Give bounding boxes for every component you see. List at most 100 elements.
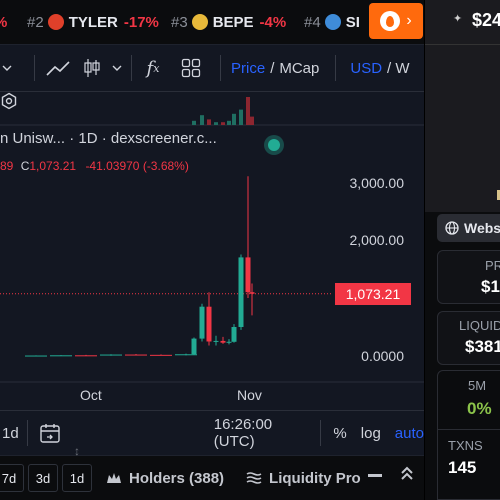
indicators-icon[interactable]: fx [132,58,174,79]
chart-title: n Unisw... · 1D · dexscreener.c... [0,130,217,147]
timeframe-7d[interactable]: 7d [0,464,24,492]
mcap-toggle[interactable]: MCap [279,60,319,77]
ticker-item[interactable]: #2 TYLER -17% [27,0,159,44]
volume-bar [250,116,254,125]
candle-body [50,355,72,357]
volume-bar [207,119,211,125]
chart-clock: 16:26:00 (UTC) [213,416,273,450]
ticker-name: BEPE [212,13,254,31]
log-scale-toggle[interactable]: log [361,425,381,442]
range-1d-button[interactable]: 1d [2,425,27,442]
tab-holders-label: Holders (388) [129,469,225,487]
candle-body [231,327,237,342]
tab-holders[interactable]: Holders (388) [106,470,224,487]
website-label: Webs [464,220,500,236]
settings-icon[interactable] [0,92,18,110]
resize-handle-icon[interactable]: ↕ [74,444,80,458]
toolbar-divider [320,420,322,446]
calendar-goto-icon[interactable] [28,422,72,444]
line-chart-icon[interactable] [35,58,81,78]
candle-body [25,355,47,357]
ohlc-partial: 89 [0,159,14,173]
liquidity-value: $381 [465,337,500,356]
currency-alt-toggle[interactable]: / W [387,60,410,77]
tab-liquidity-label: Liquidity Pro [269,469,361,487]
hot-pairs-button[interactable]: › [369,3,423,39]
candle-body [206,306,212,342]
x-axis-tick: Nov [237,387,262,403]
double-chevron-up-icon[interactable] [400,465,414,481]
usd-toggle[interactable]: USD [350,60,382,77]
price-usd-card: PR $1, [437,250,500,304]
candle-body [75,355,97,357]
toggle-separator: / [270,59,275,77]
ticker-item[interactable]: #3 BEPE -4% [171,0,286,44]
toolbar-divider [335,55,337,81]
token-info-panel: ✦ $24 Webs PR $1, LIQUID $381 5M 0% TXNS… [425,0,500,500]
ticker-rank: #3 [171,13,188,31]
txns-label: TXNS [448,438,483,453]
volume-bar [214,122,218,125]
chevron-down-icon[interactable] [103,63,131,73]
candle-body [150,354,172,356]
x-axis-tick: Oct [80,387,102,403]
chart-toolbar: fx Price / MCap USD / W [0,44,424,92]
liquidity-label: LIQUID [459,318,500,333]
minimize-icon[interactable] [368,474,382,477]
price-toggle[interactable]: Price [231,60,265,77]
ticker-price: $24 [472,10,500,30]
volume-bar [200,115,204,125]
candle-body [191,338,197,355]
token-banner: ✦ $24 [425,0,500,212]
layout-grid-icon[interactable] [174,58,208,78]
candle-body [100,354,122,356]
candlestick-icon[interactable] [81,57,103,79]
y-axis-tick: 0.0000 [361,348,404,364]
price-chart[interactable]: n Unisw... · 1D · dexscreener.c... 89 C1… [0,92,424,410]
change-5m-label[interactable]: 5M [468,378,486,393]
percent-scale-toggle[interactable]: % [333,425,346,442]
sparkle-icon: ✦ [453,13,463,25]
auto-scale-toggle[interactable]: auto [395,425,424,442]
flame-icon [380,11,401,31]
timeframe-3d[interactable]: 3d [28,464,58,492]
txns-row: TXNS 145 [437,430,500,500]
ticker-change: -17% [123,13,159,31]
volume-bar [246,97,250,125]
timeframe-1d[interactable]: 1d [62,464,92,492]
chevron-down-icon[interactable] [0,63,14,73]
candle-body [226,341,232,343]
holders-icon [107,473,121,483]
website-button[interactable]: Webs [437,214,500,242]
volume-pane [0,92,424,125]
candle-body [238,257,244,327]
chevron-right-icon: › [406,12,412,29]
y-axis-tick: 2,000.00 [349,232,405,248]
ticker-name: TYLER [68,13,118,31]
currency-toggle[interactable]: USD / W [350,60,409,77]
change-5m-value: 0% [467,399,492,418]
price-usd-label: PR [485,258,500,273]
volume-bar [221,122,225,125]
ohlc-close: 1,073.21 [29,159,77,173]
price-mcap-toggle[interactable]: Price / MCap [231,60,319,77]
candle-body [125,354,147,356]
volume-bar [239,109,243,125]
bottom-tabs: 7d 3d 1d ↕ Holders (388) Liquidity Pro [0,444,424,500]
banner-line [425,44,500,45]
live-status-dot [268,139,280,151]
volume-bar [227,120,231,125]
tab-liquidity-providers[interactable]: Liquidity Pro [246,470,361,487]
ticker-item-partial[interactable]: % [0,0,7,44]
ticker-item[interactable]: #4 SI [304,0,366,44]
candle-body [220,340,226,343]
coin-icon [47,14,64,30]
coin-icon [324,14,341,30]
stats-row: 5M 0% [437,370,500,430]
chart-bottom-bar: 1d 16:26:00 (UTC) % log auto [0,410,424,455]
toolbar-divider [220,55,221,81]
candle-body [245,257,251,293]
coin-icon [191,14,208,30]
volume-bar [232,113,236,125]
ticker-rank: #4 [304,13,321,31]
